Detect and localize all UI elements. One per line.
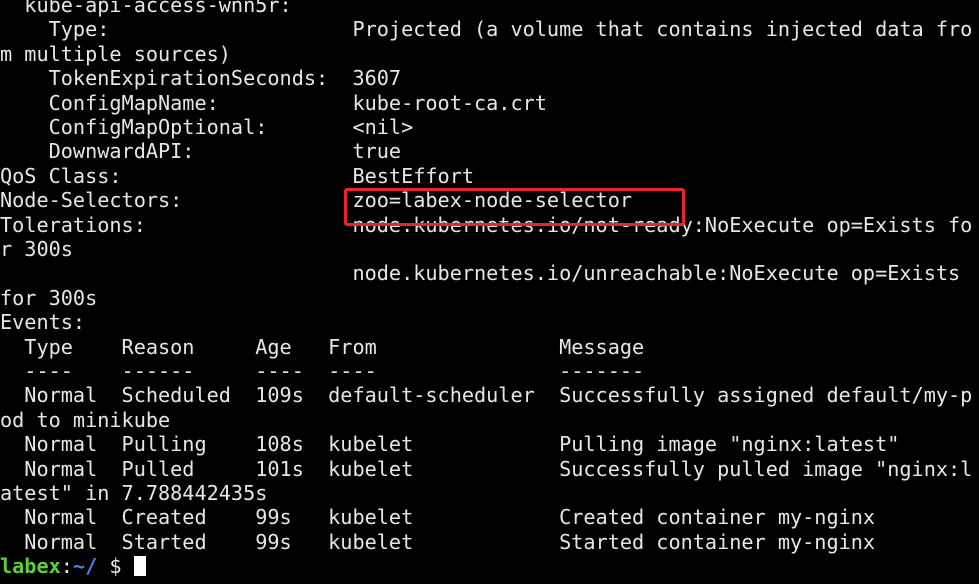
event-row-created: Normal Created 99s kubelet Created conta… xyxy=(0,505,876,530)
token-expiration-line: TokenExpirationSeconds: 3607 xyxy=(0,66,402,91)
event-row-started: Normal Started 99s kubelet Started conta… xyxy=(0,529,876,554)
events-table-header: Type Reason Age From Message xyxy=(0,334,645,359)
tolerations-wrap-line: r 300s xyxy=(0,237,73,261)
volume-type-line: Type: Projected (a volume that contains … xyxy=(0,17,973,42)
cursor xyxy=(133,556,146,577)
volume-name-line: kube-api-access-wnn5r: xyxy=(0,0,292,17)
prompt-user: labex xyxy=(0,554,61,579)
prompt-line[interactable]: labex:~/ $ xyxy=(0,554,146,578)
downward-api-line: DownwardAPI: true xyxy=(0,139,402,164)
tolerations-wrap-line-2: for 300s xyxy=(0,285,98,310)
prompt-separator: : xyxy=(60,554,73,579)
event-row-pulled-wrap: atest" in 7.788442435s xyxy=(0,481,268,505)
terminal-window[interactable]: kube-api-access-wnn5r: Type: Projected (… xyxy=(0,0,979,584)
node-selector-highlight-box xyxy=(344,188,685,226)
volume-type-wrap-line: m multiple sources) xyxy=(0,41,231,66)
event-row-pulling: Normal Pulling 108s kubelet Pulling imag… xyxy=(0,432,900,457)
configmap-name-line: ConfigMapName: kube-root-ca.crt xyxy=(0,90,547,115)
events-header-line: Events: xyxy=(0,310,86,335)
tolerations-line-2: node.kubernetes.io/unreachable:NoExecute… xyxy=(0,261,961,286)
qos-class-line: QoS Class: BestEffort xyxy=(0,163,475,188)
configmap-optional-line: ConfigMapOptional: <nil> xyxy=(0,115,414,139)
event-row-pulled: Normal Pulled 101s kubelet Successfully … xyxy=(0,456,973,481)
prompt-symbol: $ xyxy=(97,554,134,579)
prompt-path: ~/ xyxy=(72,554,98,579)
event-row-scheduled-wrap: od to minikube xyxy=(0,407,171,432)
events-table-separator: ---- ------ ---- ---- ------- xyxy=(0,359,645,383)
event-row-scheduled: Normal Scheduled 109s default-scheduler … xyxy=(0,383,973,408)
